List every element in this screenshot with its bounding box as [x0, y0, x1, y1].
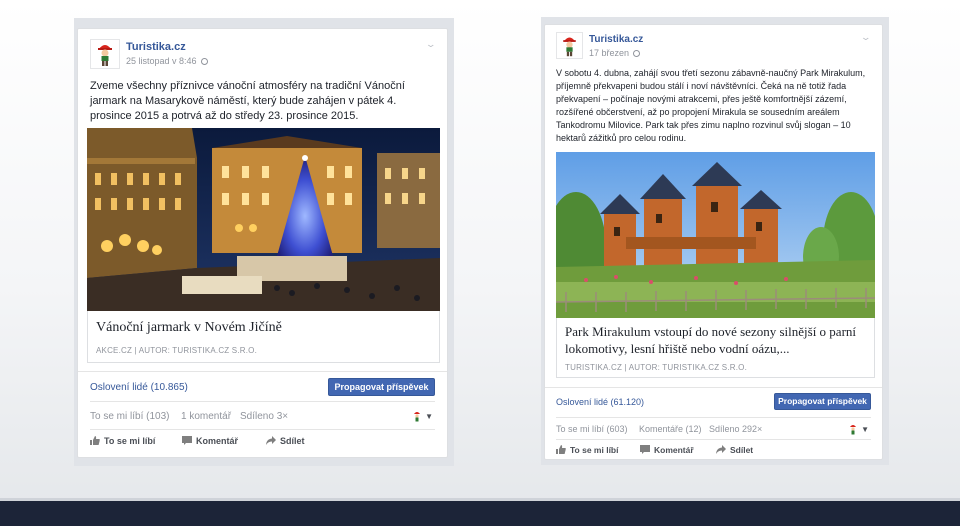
page-name-link[interactable]: Turistika.cz — [589, 34, 643, 45]
post-timestamp[interactable]: 17 březen — [589, 48, 629, 58]
mascot-icon — [563, 37, 576, 57]
reach-count[interactable]: Oslovení lidé (61.120) — [556, 397, 644, 407]
caret-down-icon[interactable]: ▼ — [425, 412, 433, 421]
comment-label: Komentář — [654, 445, 694, 455]
share-count[interactable]: Sdíleno 292× — [709, 424, 762, 434]
like-count[interactable]: To se mi líbí (603) — [556, 424, 628, 434]
share-label: Sdílet — [280, 436, 305, 446]
page-avatar-selector-icon[interactable] — [849, 423, 857, 435]
post-image[interactable] — [87, 128, 440, 311]
share-button[interactable]: Sdílet — [266, 436, 305, 446]
post-card-left: Turistika.cz 25 listopad v 8:46 ⌄ Zveme … — [77, 28, 448, 458]
slide-footer-bar — [0, 498, 960, 526]
mirakulum-park-photo — [556, 152, 875, 318]
stats-row: To se mi líbí (603) Komentáře (12) Sdíle… — [556, 417, 871, 440]
link-preview[interactable]: Vánoční jarmark v Novém Jičíně AKCE.CZ |… — [87, 311, 440, 363]
post-header: Turistika.cz 25 listopad v 8:46 ⌄ — [90, 39, 437, 73]
post-timestamp[interactable]: 25 listopad v 8:46 — [126, 56, 197, 66]
globe-icon — [633, 50, 641, 57]
link-title[interactable]: Vánoční jarmark v Novém Jičíně — [96, 320, 431, 336]
actions-row: To se mi líbí Komentář Sdílet — [90, 429, 435, 454]
post-date: 17 březen — [589, 48, 641, 58]
chevron-down-icon[interactable]: ⌄ — [426, 39, 437, 50]
link-source: TURISTIKA.CZ | AUTOR: TURISTIKA.CZ S.R.O… — [565, 363, 748, 372]
share-icon — [716, 445, 726, 454]
post-text: V sobotu 4. dubna, zahájí svou třetí sez… — [556, 68, 866, 143]
share-count[interactable]: Sdíleno 3× — [240, 411, 288, 422]
chevron-down-icon[interactable]: ⌄ — [861, 32, 872, 43]
reach-count[interactable]: Oslovení lidé (10.865) — [90, 382, 188, 393]
reach-row: Oslovení lidé (10.865) Propagovat příspě… — [78, 371, 447, 402]
caret-down-icon[interactable]: ▼ — [861, 425, 869, 434]
comment-button[interactable]: Komentář — [640, 445, 694, 455]
comment-icon — [640, 445, 650, 454]
reach-row: Oslovení lidé (61.120) Propagovat příspě… — [545, 387, 882, 418]
like-button[interactable]: To se mi líbí — [90, 436, 155, 446]
comment-button[interactable]: Komentář — [182, 436, 238, 446]
like-label: To se mi líbí — [104, 436, 156, 446]
post-date: 25 listopad v 8:46 — [126, 56, 208, 66]
comment-count[interactable]: Komentáře (12) — [639, 424, 702, 434]
link-preview[interactable]: Park Mirakulum vstoupí do nové sezony si… — [556, 318, 875, 378]
stats-row: To se mi líbí (103) 1 komentář Sdíleno 3… — [90, 401, 435, 430]
page-name-link[interactable]: Turistika.cz — [126, 41, 186, 53]
avatar[interactable] — [90, 39, 120, 69]
promote-button[interactable]: Propagovat příspěvek — [774, 393, 871, 410]
like-label: To se mi líbí — [570, 445, 619, 455]
christmas-market-photo — [87, 128, 440, 311]
like-count[interactable]: To se mi líbí (103) — [90, 411, 169, 422]
link-title[interactable]: Park Mirakulum vstoupí do nové sezony si… — [565, 323, 866, 357]
avatar[interactable] — [556, 32, 583, 59]
post-card-right: Turistika.cz 17 březen ⌄ V sobotu 4. dub… — [544, 24, 883, 460]
comment-icon — [182, 436, 192, 445]
share-label: Sdílet — [730, 445, 754, 455]
post-header: Turistika.cz 17 březen ⌄ — [556, 32, 872, 66]
globe-icon — [200, 58, 208, 65]
mascot-icon — [98, 45, 112, 66]
page-avatar-selector-icon[interactable] — [413, 410, 421, 422]
like-icon — [90, 436, 100, 445]
share-icon — [266, 436, 276, 445]
like-icon — [556, 445, 566, 454]
link-source: AKCE.CZ | AUTOR: TURISTIKA.CZ S.R.O. — [96, 346, 258, 355]
share-button[interactable]: Sdílet — [716, 445, 753, 455]
comment-count[interactable]: 1 komentář — [181, 411, 231, 422]
post-image[interactable] — [556, 152, 875, 318]
post-text: Zveme všechny příznivce vánoční atmosfér… — [90, 80, 405, 122]
like-button[interactable]: To se mi líbí — [556, 445, 619, 455]
actions-row: To se mi líbí Komentář Sdílet — [556, 439, 871, 460]
comment-label: Komentář — [196, 436, 239, 446]
promote-button[interactable]: Propagovat příspěvek — [328, 378, 435, 396]
